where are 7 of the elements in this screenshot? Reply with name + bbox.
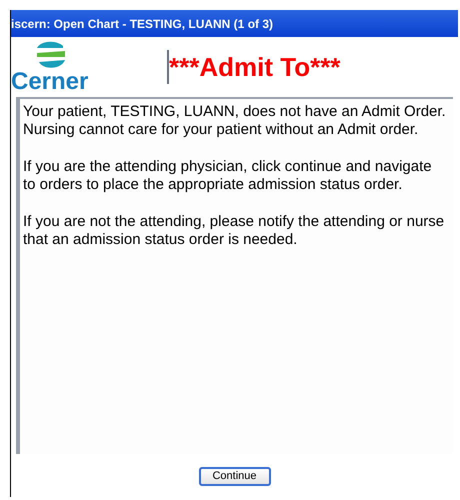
logo-text: Cerner [11, 70, 88, 94]
continue-button[interactable]: Continue [198, 467, 270, 486]
window-title: iscern: Open Chart - TESTING, LUANN (1 of 3) [11, 16, 274, 32]
dialog-heading: ***Admit To*** [169, 54, 340, 80]
message-paragraph: If you are not the attending, please notify the attending or nurse that an admission status order is needed. [23, 213, 446, 249]
message-paragraph: Your patient, TESTING, LUANN, does not have an Admit Order. Nursing cannot care for your patient without an Admit order. [23, 103, 447, 139]
message-paragraph: If you are the attending physician, click continue and navigate to orders to place the appropriate admission status order. [23, 158, 433, 194]
